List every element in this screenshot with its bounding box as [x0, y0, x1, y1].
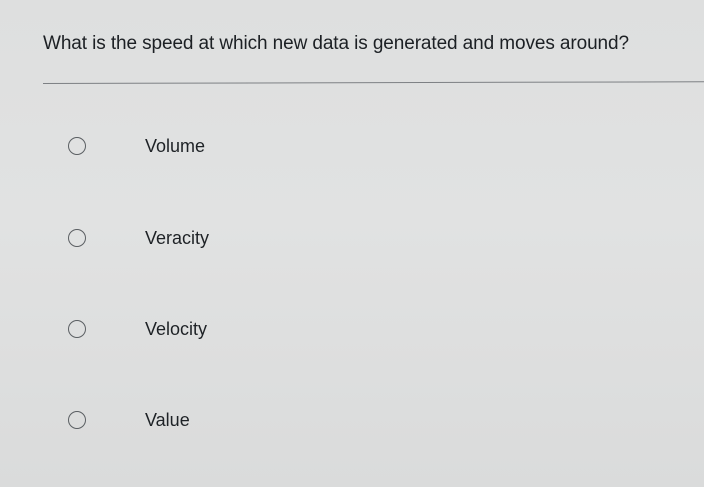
question-divider: [42, 81, 704, 84]
radio-button-value[interactable]: [68, 411, 86, 429]
option-label: Value: [145, 410, 190, 430]
radio-button-velocity[interactable]: [68, 320, 86, 338]
option-label: Volume: [145, 136, 206, 156]
question-text: What is the speed at which new data is g…: [43, 33, 629, 54]
radio-button-veracity[interactable]: [68, 229, 86, 247]
option-volume[interactable]: Volume: [60, 128, 480, 168]
radio-button-volume[interactable]: [68, 137, 86, 155]
quiz-card: What is the speed at which new data is g…: [0, 0, 704, 487]
option-label: Velocity: [145, 319, 208, 339]
option-velocity[interactable]: Velocity: [60, 311, 480, 351]
option-veracity[interactable]: Veracity: [60, 220, 480, 260]
option-label: Veracity: [145, 228, 210, 248]
option-value[interactable]: Value: [60, 402, 480, 442]
